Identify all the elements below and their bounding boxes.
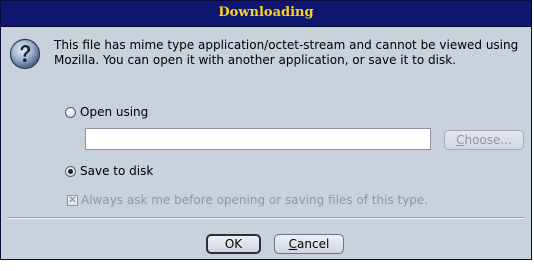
save-to-disk-label: Save to disk [80,164,154,178]
download-dialog: Downloading This file has mime type appl… [0,0,532,260]
separator [7,217,525,219]
title-bar[interactable]: Downloading [1,1,531,27]
open-using-label: Open using [80,105,149,119]
save-to-disk-option[interactable]: Save to disk [65,164,153,178]
choose-button[interactable]: Choose... [444,130,524,150]
choose-mnemonic: C [456,133,465,147]
cancel-label: ancel [297,237,330,251]
open-using-option[interactable]: Open using [65,105,148,119]
ok-label: OK [224,237,243,251]
save-to-disk-radio[interactable] [65,165,76,177]
open-using-radio[interactable] [65,106,76,118]
window-title: Downloading [218,5,314,20]
always-ask-checkbox[interactable]: ✕ [67,194,78,206]
cancel-mnemonic: C [288,237,298,251]
ok-button[interactable]: OK [206,234,261,254]
cancel-button[interactable]: Cancel [274,234,344,254]
message-text: This file has mime type application/octe… [54,38,519,67]
application-path-input[interactable] [85,128,431,150]
always-ask-label: Always ask me before opening or saving f… [81,193,429,207]
choose-label: hoose... [464,133,512,147]
always-ask-option[interactable]: ✕ Always ask me before opening or saving… [67,193,428,207]
question-icon [9,38,41,70]
